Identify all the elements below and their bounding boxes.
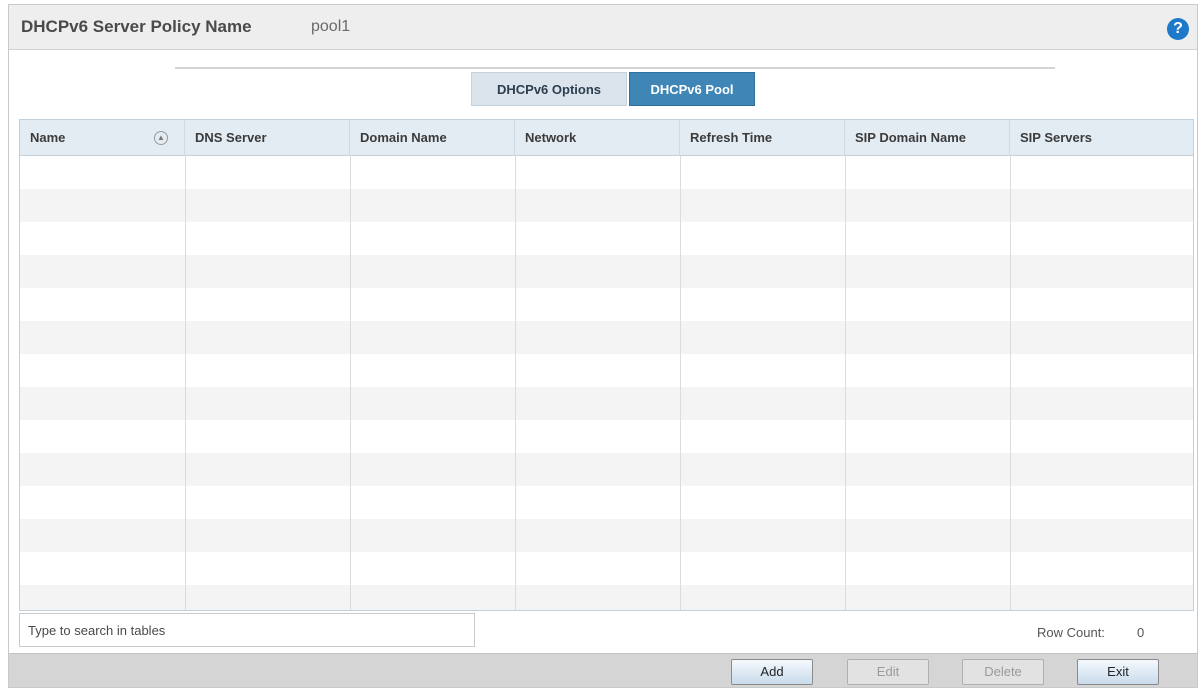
column-header-name-label: Name xyxy=(30,130,66,145)
empty-row xyxy=(20,321,1193,354)
column-divider xyxy=(350,156,351,610)
pool-table: Name ▲ DNS Server Domain Name Network Re… xyxy=(19,119,1194,611)
column-header-domain-name[interactable]: Domain Name xyxy=(350,120,515,156)
empty-row xyxy=(20,420,1193,453)
tab-dhcpv6-pool[interactable]: DHCPv6 Pool xyxy=(629,72,755,106)
tab-dhcpv6-options[interactable]: DHCPv6 Options xyxy=(471,72,627,106)
empty-row xyxy=(20,255,1193,288)
action-bar: Add Edit Delete Exit xyxy=(9,653,1197,687)
column-header-sip-domain-name[interactable]: SIP Domain Name xyxy=(845,120,1010,156)
tab-divider xyxy=(175,67,1055,69)
row-count-value: 0 xyxy=(1137,625,1145,640)
policy-name-value: pool1 xyxy=(311,18,351,35)
empty-row xyxy=(20,453,1193,486)
column-header-sip-servers[interactable]: SIP Servers xyxy=(1010,120,1193,156)
title-bar: DHCPv6 Server Policy Name pool1 ? xyxy=(9,5,1197,50)
column-header-refresh-time[interactable]: Refresh Time xyxy=(680,120,845,156)
help-icon[interactable]: ? xyxy=(1167,18,1189,40)
empty-row xyxy=(20,387,1193,420)
sort-ascending-icon[interactable]: ▲ xyxy=(154,131,168,145)
column-divider xyxy=(845,156,846,610)
empty-row xyxy=(20,288,1193,321)
empty-row xyxy=(20,486,1193,519)
table-body xyxy=(20,156,1193,610)
column-header-name[interactable]: Name ▲ xyxy=(20,120,185,156)
add-button[interactable]: Add xyxy=(731,659,813,685)
table-header: Name ▲ DNS Server Domain Name Network Re… xyxy=(20,120,1193,156)
edit-button[interactable]: Edit xyxy=(847,659,929,685)
empty-row xyxy=(20,354,1193,387)
row-count-label: Row Count: xyxy=(1037,625,1105,640)
empty-row xyxy=(20,519,1193,552)
page-title: DHCPv6 Server Policy Name xyxy=(21,17,252,36)
delete-button[interactable]: Delete xyxy=(962,659,1044,685)
dhcpv6-pool-panel: DHCPv6 Server Policy Name pool1 ? DHCPv6… xyxy=(8,4,1198,688)
column-divider xyxy=(515,156,516,610)
column-divider xyxy=(185,156,186,610)
column-header-dns-server[interactable]: DNS Server xyxy=(185,120,350,156)
column-divider xyxy=(1010,156,1011,610)
empty-row xyxy=(20,585,1193,610)
column-divider xyxy=(680,156,681,610)
empty-row xyxy=(20,156,1193,189)
empty-row xyxy=(20,222,1193,255)
exit-button[interactable]: Exit xyxy=(1077,659,1159,685)
table-search-input[interactable] xyxy=(19,613,475,647)
empty-row xyxy=(20,189,1193,222)
empty-row xyxy=(20,552,1193,585)
column-header-network[interactable]: Network xyxy=(515,120,680,156)
